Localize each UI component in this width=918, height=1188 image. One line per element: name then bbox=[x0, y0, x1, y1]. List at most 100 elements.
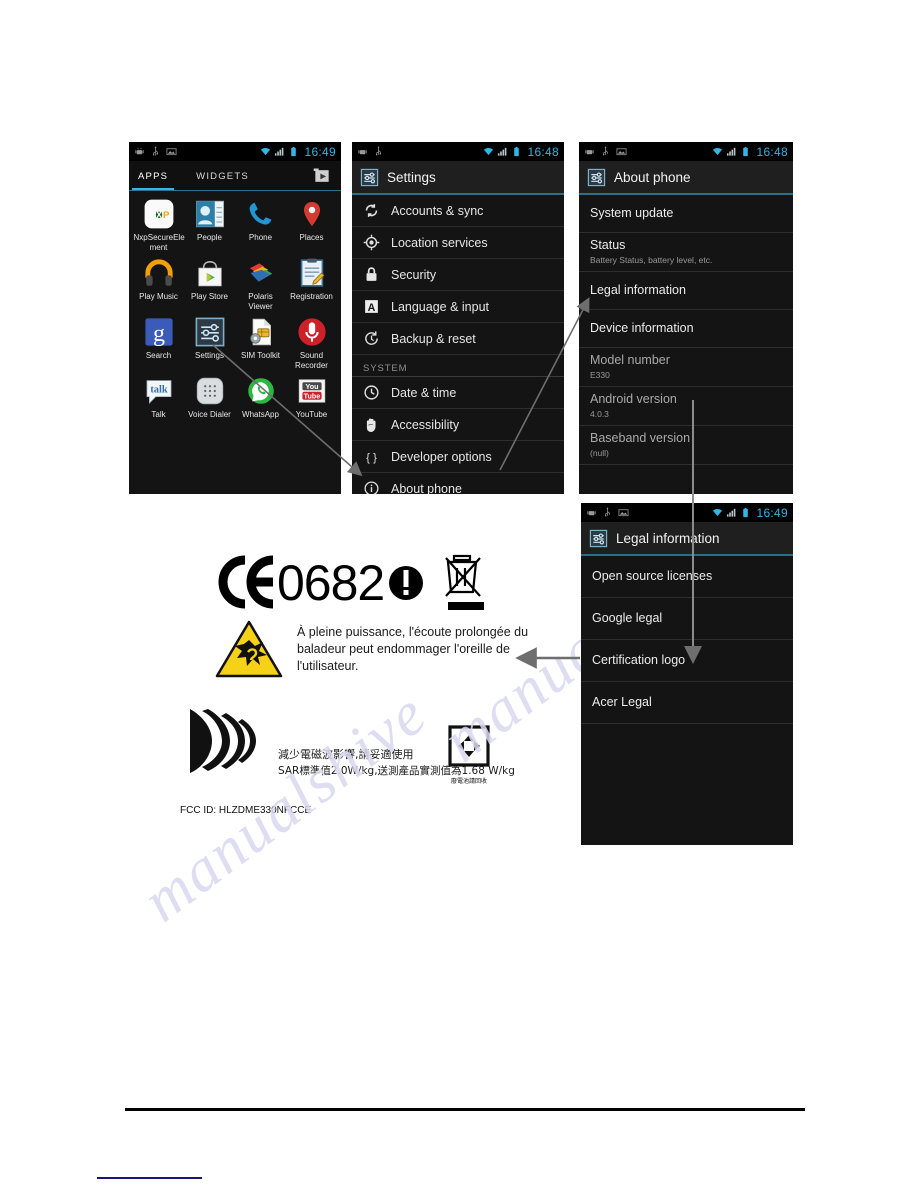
google-search-icon: g bbox=[144, 318, 173, 347]
signal-icon bbox=[275, 147, 284, 156]
screenshot-icon bbox=[616, 148, 627, 156]
about-item-system-update[interactable]: System update bbox=[579, 195, 793, 233]
app-item-phone[interactable]: Phone bbox=[235, 198, 286, 253]
about-item-title: Android version bbox=[590, 392, 677, 406]
action-bar: About phone bbox=[579, 161, 793, 195]
hearing-warning-text: À pleine puissance, l'écoute prolongée d… bbox=[297, 624, 529, 673]
android-debug-icon bbox=[585, 150, 594, 155]
play-store-button[interactable] bbox=[312, 166, 332, 186]
app-label: Voice Dialer bbox=[188, 410, 231, 419]
battery-recycle-caption: 廢電池請回收 bbox=[450, 778, 487, 785]
svg-text:g: g bbox=[153, 321, 165, 347]
app-label: Play Store bbox=[191, 292, 228, 301]
settings-item-security[interactable]: Security bbox=[352, 259, 564, 291]
tab-apps[interactable]: APPS bbox=[131, 161, 175, 191]
settings-item-location-services[interactable]: Location services bbox=[352, 227, 564, 259]
android-debug-icon bbox=[135, 147, 144, 155]
app-label: Phone bbox=[248, 233, 273, 242]
battery-recycling-icon bbox=[448, 725, 490, 767]
page-footer-rule bbox=[125, 1108, 805, 1111]
app-item-people[interactable]: People bbox=[184, 198, 235, 253]
app-item-voice-dialer[interactable]: Voice Dialer bbox=[184, 375, 235, 420]
language-icon: A bbox=[365, 300, 378, 314]
phone-icon bbox=[249, 202, 271, 225]
app-item-nxpsecureelement[interactable]: N P X NxpSecureEle ment bbox=[133, 198, 185, 253]
signal-icon bbox=[727, 508, 736, 517]
phone-screen-settings[interactable]: 16:48 Settings Accounts & sync Location … bbox=[352, 142, 564, 494]
status-bar: 16:48 bbox=[579, 142, 793, 161]
signal-icon bbox=[498, 147, 507, 156]
app-item-polaris-viewer[interactable]: Polaris Viewer bbox=[235, 257, 286, 312]
nxp-icon: N P X bbox=[144, 199, 173, 229]
phone-screen-apps-drawer[interactable]: 16:49 APPS WIDGETS N P X NxpSecure bbox=[129, 142, 341, 494]
ce-marking-group: 0682 À pleine puissance, l'écoute prolon… bbox=[215, 552, 542, 680]
action-bar: Settings bbox=[352, 161, 564, 195]
app-item-youtube[interactable]: You Tube YouTube bbox=[286, 375, 337, 420]
legal-item-title: Acer Legal bbox=[592, 695, 652, 709]
apps-widgets-tabs[interactable]: APPS WIDGETS bbox=[129, 161, 341, 191]
screen-title: About phone bbox=[614, 169, 691, 185]
settings-item-developer-options[interactable]: { } Developer options bbox=[352, 441, 564, 473]
page-bottom-blue-rule bbox=[97, 1177, 202, 1179]
about-item-title: Baseband version bbox=[590, 431, 691, 445]
polaris-viewer-icon bbox=[249, 263, 272, 282]
app-item-search[interactable]: g Search bbox=[133, 316, 184, 371]
svg-text:X: X bbox=[156, 210, 162, 220]
app-label: Polaris Viewer bbox=[248, 292, 273, 311]
legal-item-certification-logo[interactable]: Certification logo bbox=[581, 640, 793, 682]
about-item-status[interactable]: Status Battery Status, battery level, et… bbox=[579, 233, 793, 272]
whatsapp-icon bbox=[247, 378, 274, 404]
settings-item-language-input[interactable]: A Language & input bbox=[352, 291, 564, 323]
app-label: Play Music bbox=[139, 292, 178, 301]
settings-item-backup-reset[interactable]: Backup & reset bbox=[352, 323, 564, 355]
app-grid[interactable]: N P X NxpSecureEle ment People bbox=[129, 191, 341, 420]
phone-screen-about-phone[interactable]: 16:48 About phone System update Status B… bbox=[579, 142, 793, 494]
alert-circle-icon bbox=[389, 566, 424, 600]
about-item-model-number: Model number E330 bbox=[579, 348, 793, 387]
screenshot-icon bbox=[166, 148, 177, 156]
app-item-whatsapp[interactable]: WhatsApp bbox=[235, 375, 286, 420]
settings-icon bbox=[360, 168, 379, 186]
app-label: SIM Toolkit bbox=[241, 351, 280, 360]
settings-icon bbox=[587, 168, 606, 186]
svg-text:{ }: { } bbox=[366, 452, 377, 464]
about-phone-list[interactable]: System update Status Battery Status, bat… bbox=[579, 195, 793, 465]
app-label: Sound Recorder bbox=[295, 351, 328, 370]
app-item-settings[interactable]: Settings bbox=[184, 316, 235, 371]
legal-list[interactable]: Open source licenses Google legal Certif… bbox=[581, 556, 793, 724]
status-bar-clock: 16:48 bbox=[527, 144, 559, 159]
clock-icon bbox=[364, 385, 379, 400]
notified-body-number: 0682 bbox=[277, 555, 385, 611]
screen-title: Legal information bbox=[616, 530, 720, 546]
settings-item-date-time[interactable]: Date & time bbox=[352, 377, 564, 409]
settings-item-about-phone[interactable]: About phone bbox=[352, 473, 564, 494]
about-item-legal-information[interactable]: Legal information bbox=[579, 272, 793, 310]
settings-item-accounts-sync[interactable]: Accounts & sync bbox=[352, 195, 564, 227]
app-item-sound-recorder[interactable]: Sound Recorder bbox=[286, 316, 337, 371]
legal-item-open-source-licenses[interactable]: Open source licenses bbox=[581, 556, 793, 598]
app-item-registration[interactable]: Registration bbox=[286, 257, 337, 312]
legal-item-acer-legal[interactable]: Acer Legal bbox=[581, 682, 793, 724]
hand-icon bbox=[366, 418, 376, 432]
app-item-play-music[interactable]: Play Music bbox=[133, 257, 184, 312]
screen-title: Settings bbox=[387, 169, 436, 185]
about-item-title: Legal information bbox=[590, 283, 686, 297]
phone-screen-legal-information[interactable]: 16:49 Legal information Open source lice… bbox=[581, 503, 793, 845]
app-item-sim-toolkit[interactable]: SIM Toolkit bbox=[235, 316, 286, 371]
app-item-talk[interactable]: talk Talk bbox=[133, 375, 184, 420]
usb-icon bbox=[604, 507, 610, 517]
status-bar: 16:48 bbox=[352, 142, 564, 161]
tab-widgets[interactable]: WIDGETS bbox=[196, 161, 249, 191]
youtube-icon: You Tube bbox=[298, 379, 325, 403]
app-item-places[interactable]: Places bbox=[286, 198, 337, 253]
about-item-device-information[interactable]: Device information bbox=[579, 310, 793, 348]
about-item-title: System update bbox=[590, 206, 674, 220]
legal-item-google-legal[interactable]: Google legal bbox=[581, 598, 793, 640]
settings-item-accessibility[interactable]: Accessibility bbox=[352, 409, 564, 441]
about-item-subtitle: Battery Status, battery level, etc. bbox=[590, 255, 713, 265]
settings-list[interactable]: Accounts & sync Location services Securi… bbox=[352, 195, 564, 494]
settings-icon bbox=[195, 317, 224, 347]
status-bar: 16:49 bbox=[129, 142, 341, 161]
app-item-play-store[interactable]: Play Store bbox=[184, 257, 235, 312]
sound-recorder-icon bbox=[297, 318, 326, 346]
